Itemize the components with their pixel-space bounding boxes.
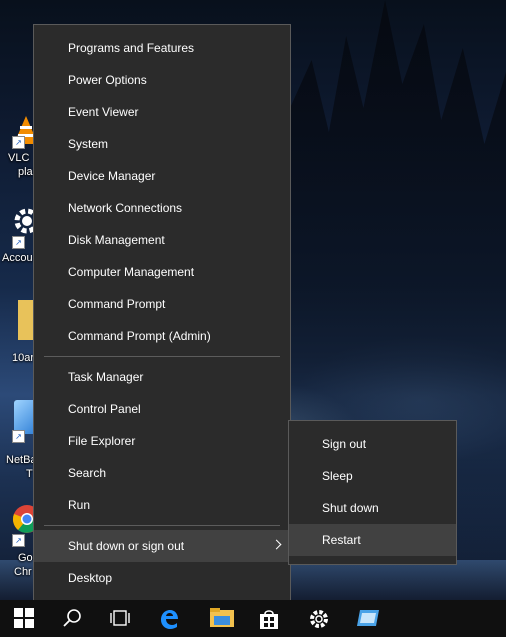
shortcut-arrow-icon: ↗ xyxy=(12,430,25,443)
submenu-item-sign-out[interactable]: Sign out xyxy=(289,428,456,460)
desktop-icon-label: pla xyxy=(18,166,33,178)
menu-item-device-manager[interactable]: Device Manager xyxy=(34,160,290,192)
menu-item-file-explorer[interactable]: File Explorer xyxy=(34,425,290,457)
search-icon xyxy=(63,609,81,627)
desktop-icon-label: VLC xyxy=(8,152,30,164)
settings-gear-icon xyxy=(310,610,328,628)
task-view-button[interactable] xyxy=(96,600,144,637)
search-button[interactable] xyxy=(48,600,96,637)
file-explorer-icon xyxy=(210,608,234,627)
winx-context-menu: Programs and Features Power Options Even… xyxy=(33,24,291,602)
shutdown-submenu: Sign out Sleep Shut down Restart xyxy=(288,420,457,565)
submenu-item-restart[interactable]: Restart xyxy=(289,524,456,556)
desktop-icon-label: Chr xyxy=(14,566,32,578)
app-window-button[interactable] xyxy=(342,600,390,637)
start-button[interactable] xyxy=(0,600,48,637)
window-app-icon xyxy=(357,610,379,626)
desktop-icon-label: Accou xyxy=(2,252,33,264)
windows-start-icon xyxy=(14,608,34,628)
edge-icon xyxy=(161,610,178,629)
menu-item-event-viewer[interactable]: Event Viewer xyxy=(34,96,290,128)
menu-item-computer-management[interactable]: Computer Management xyxy=(34,256,290,288)
desktop-icon-label: Go xyxy=(18,552,33,564)
shortcut-arrow-icon: ↗ xyxy=(12,136,25,149)
file-explorer-button[interactable] xyxy=(196,600,244,637)
store-icon xyxy=(260,610,278,629)
menu-item-power-options[interactable]: Power Options xyxy=(34,64,290,96)
menu-item-run[interactable]: Run xyxy=(34,489,290,521)
menu-item-label: Shut down or sign out xyxy=(68,539,185,553)
store-button[interactable] xyxy=(244,600,292,637)
taskbar xyxy=(0,600,506,637)
menu-item-network-connections[interactable]: Network Connections xyxy=(34,192,290,224)
edge-button[interactable] xyxy=(144,600,192,637)
desktop-icon-label: T xyxy=(26,468,33,480)
desktop-icon-label: NetBa xyxy=(6,454,37,466)
menu-separator xyxy=(44,525,280,526)
menu-item-command-prompt-admin[interactable]: Command Prompt (Admin) xyxy=(34,320,290,352)
menu-item-task-manager[interactable]: Task Manager xyxy=(34,361,290,393)
task-view-icon xyxy=(110,610,130,626)
menu-item-desktop[interactable]: Desktop xyxy=(34,562,290,594)
menu-item-disk-management[interactable]: Disk Management xyxy=(34,224,290,256)
menu-item-system[interactable]: System xyxy=(34,128,290,160)
menu-item-programs-and-features[interactable]: Programs and Features xyxy=(34,32,290,64)
chevron-right-icon xyxy=(271,539,282,550)
submenu-item-sleep[interactable]: Sleep xyxy=(289,460,456,492)
menu-item-control-panel[interactable]: Control Panel xyxy=(34,393,290,425)
shortcut-arrow-icon: ↗ xyxy=(12,534,25,547)
submenu-item-shut-down[interactable]: Shut down xyxy=(289,492,456,524)
menu-item-shut-down-or-sign-out[interactable]: Shut down or sign out xyxy=(34,530,290,562)
menu-item-search[interactable]: Search xyxy=(34,457,290,489)
settings-button[interactable] xyxy=(294,600,342,637)
desktop-icon-label: 10ar xyxy=(12,352,35,364)
menu-separator xyxy=(44,356,280,357)
menu-item-command-prompt[interactable]: Command Prompt xyxy=(34,288,290,320)
shortcut-arrow-icon: ↗ xyxy=(12,236,25,249)
